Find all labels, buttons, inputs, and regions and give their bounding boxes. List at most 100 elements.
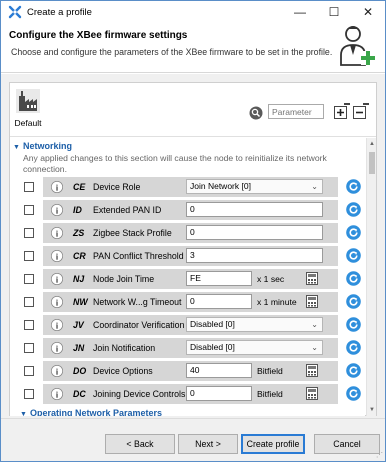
profile-toolbar: Default [10, 83, 376, 137]
param-label: Device Role [93, 182, 141, 192]
param-select[interactable]: Disabled [0] ⌄ [186, 340, 323, 355]
next-button[interactable]: Next > [178, 434, 238, 454]
refresh-icon[interactable] [346, 271, 361, 286]
section-networking[interactable]: ▼ Networking [13, 141, 72, 151]
refresh-icon[interactable] [346, 225, 361, 240]
default-button[interactable]: Default [11, 86, 45, 134]
chevron-down-icon: ⌄ [311, 320, 318, 329]
refresh-icon[interactable] [346, 179, 361, 194]
back-button[interactable]: < Back [105, 434, 175, 454]
vertical-scrollbar[interactable]: ▲ ▼ [366, 138, 376, 416]
cancel-button[interactable]: Cancel [314, 434, 380, 454]
param-row-jv: i JV Coordinator Verification Disabled [0] ⌄ [10, 314, 365, 336]
param-row-do: i DO Device Options 40 Bitfield [10, 360, 365, 382]
main-area: Default Parameter ▼ Networking Any appli… [1, 74, 385, 418]
refresh-icon[interactable] [346, 317, 361, 332]
info-icon[interactable]: i [51, 181, 63, 193]
param-input[interactable]: 0 [186, 386, 252, 401]
info-icon[interactable]: i [51, 319, 63, 331]
expand-all-icon[interactable] [334, 103, 350, 119]
refresh-icon[interactable] [346, 294, 361, 309]
info-icon[interactable]: i [51, 227, 63, 239]
xctu-app-icon [8, 5, 22, 19]
param-input[interactable]: FE [186, 271, 252, 286]
calculator-icon[interactable] [306, 387, 318, 400]
param-unit: x 1 sec [257, 274, 285, 284]
calculator-icon[interactable] [306, 295, 318, 308]
param-checkbox[interactable] [24, 182, 34, 192]
param-value: 40 [190, 365, 200, 375]
title-bar: Create a profile — ☐ ✕ [1, 1, 385, 23]
scroll-down-icon[interactable]: ▼ [369, 407, 375, 413]
scroll-thumb[interactable] [369, 152, 375, 174]
param-select[interactable]: Join Network [0] ⌄ [186, 179, 323, 194]
refresh-icon[interactable] [346, 386, 361, 401]
chevron-down-icon: ⌄ [311, 182, 318, 191]
param-code: NJ [73, 274, 85, 284]
param-label: Join Notification [93, 343, 156, 353]
param-checkbox[interactable] [24, 251, 34, 261]
param-unit: x 1 minute [257, 297, 297, 307]
refresh-icon[interactable] [346, 248, 361, 263]
param-code: JN [73, 343, 85, 353]
info-icon[interactable]: i [51, 388, 63, 400]
section-title: Operating Network Parameters [30, 408, 163, 416]
info-icon[interactable]: i [51, 250, 63, 262]
maximize-button[interactable]: ☐ [317, 1, 351, 23]
parameter-search-input[interactable] [268, 104, 324, 119]
scroll-up-icon[interactable]: ▲ [369, 141, 375, 147]
param-checkbox[interactable] [24, 366, 34, 376]
param-input[interactable]: 0 [186, 225, 323, 240]
param-checkbox[interactable] [24, 228, 34, 238]
param-row-ce: i CE Device Role Join Network [0] ⌄ [10, 176, 365, 198]
param-checkbox[interactable] [24, 297, 34, 307]
refresh-icon[interactable] [346, 202, 361, 217]
param-value: 0 [190, 227, 195, 237]
param-checkbox[interactable] [24, 320, 34, 330]
collapse-all-icon[interactable] [353, 103, 369, 119]
page-title: Configure the XBee firmware settings [9, 30, 188, 41]
param-value: Join Network [0] [190, 181, 251, 191]
param-code: CE [73, 182, 86, 192]
param-checkbox[interactable] [24, 389, 34, 399]
param-input[interactable]: 0 [186, 294, 252, 309]
create-profile-button[interactable]: Create profile [241, 434, 305, 454]
param-checkbox[interactable] [24, 343, 34, 353]
create-profile-dialog: Create a profile — ☐ ✕ Configure the XBe… [0, 0, 386, 462]
param-code: ZS [73, 228, 85, 238]
info-icon[interactable]: i [51, 204, 63, 216]
info-icon[interactable]: i [51, 296, 63, 308]
param-label: Node Join Time [93, 274, 155, 284]
param-input[interactable]: 3 [186, 248, 323, 263]
param-code: DO [73, 366, 87, 376]
refresh-icon[interactable] [346, 363, 361, 378]
param-value: 0 [190, 204, 195, 214]
param-value: 0 [190, 296, 195, 306]
calculator-icon[interactable] [306, 364, 318, 377]
param-row-nj: i NJ Node Join Time FE x 1 sec [10, 268, 365, 290]
calculator-icon[interactable] [306, 272, 318, 285]
minimize-button[interactable]: — [283, 1, 317, 23]
param-row-dc: i DC Joining Device Controls 0 Bitfield [10, 383, 365, 405]
info-icon[interactable]: i [51, 273, 63, 285]
info-icon[interactable]: i [51, 342, 63, 354]
param-row-nw: i NW Network W...g Timeout 0 x 1 minute [10, 291, 365, 313]
param-value: 0 [190, 388, 195, 398]
refresh-icon[interactable] [346, 340, 361, 355]
window-title: Create a profile [27, 6, 92, 18]
param-code: ID [73, 205, 82, 215]
resize-grip-icon[interactable]: ⋰ [376, 451, 383, 459]
param-input[interactable]: 0 [186, 202, 323, 217]
param-checkbox[interactable] [24, 274, 34, 284]
close-button[interactable]: ✕ [351, 1, 385, 23]
search-icon [249, 106, 263, 120]
param-code: NW [73, 297, 88, 307]
param-checkbox[interactable] [24, 205, 34, 215]
param-select[interactable]: Disabled [0] ⌄ [186, 317, 323, 332]
collapse-triangle-icon: ▼ [13, 144, 20, 151]
section-operating-network[interactable]: ▼ Operating Network Parameters [20, 408, 162, 416]
param-label: Network W...g Timeout [93, 297, 182, 307]
section-title: Networking [23, 141, 73, 151]
param-input[interactable]: 40 [186, 363, 252, 378]
info-icon[interactable]: i [51, 365, 63, 377]
